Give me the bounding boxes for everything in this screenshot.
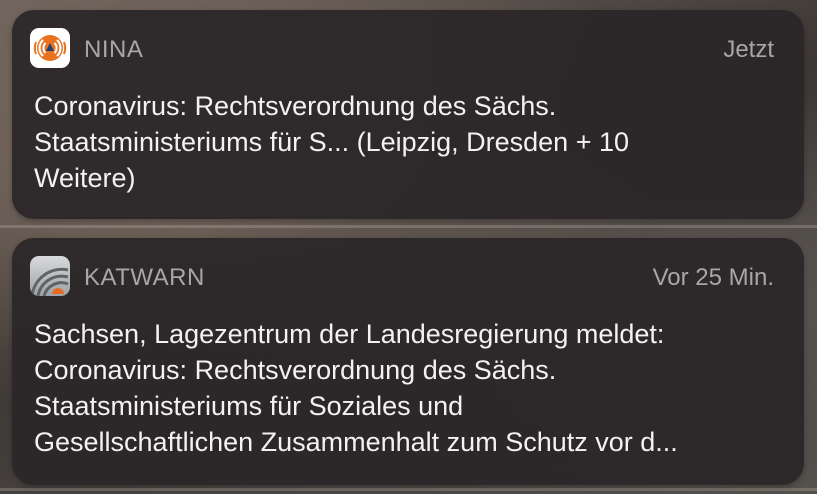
notification-body: Coronavirus: Rechtsverordnung des Sächs.… <box>34 88 778 196</box>
body-line: Staatsministeriums für Soziales und <box>34 391 464 421</box>
notification-time: Vor 25 Min. <box>652 264 774 291</box>
body-line: Weitere) <box>34 163 136 193</box>
body-line: Coronavirus: Rechtsverordnung des Sächs. <box>34 355 557 385</box>
body-line: Sachsen, Lagezentrum der Landesregierung… <box>34 319 665 349</box>
notification-header: KATWARN Vor 25 Min. <box>30 256 786 300</box>
notification-time: Jetzt <box>723 36 774 63</box>
app-name: NINA <box>84 36 144 63</box>
notification-header: NINA Jetzt <box>30 28 786 72</box>
body-line: Coronavirus: Rechtsverordnung des Sächs. <box>34 91 557 121</box>
app-name: KATWARN <box>84 264 205 291</box>
notification-nina[interactable]: NINA Jetzt Coronavirus: Rechtsverordnung… <box>12 10 804 219</box>
body-line: Staatsministeriums für S... (Leipzig, Dr… <box>34 127 630 157</box>
background-stripe <box>0 488 817 491</box>
background-stripe <box>0 225 817 228</box>
notification-body: Sachsen, Lagezentrum der Landesregierung… <box>34 316 778 460</box>
body-line: Gesellschaftlichen Zusammenhalt zum Schu… <box>34 427 678 457</box>
katwarn-icon <box>30 256 70 296</box>
notification-katwarn[interactable]: KATWARN Vor 25 Min. Sachsen, Lagezentrum… <box>12 238 804 485</box>
nina-warning-icon <box>30 28 70 68</box>
